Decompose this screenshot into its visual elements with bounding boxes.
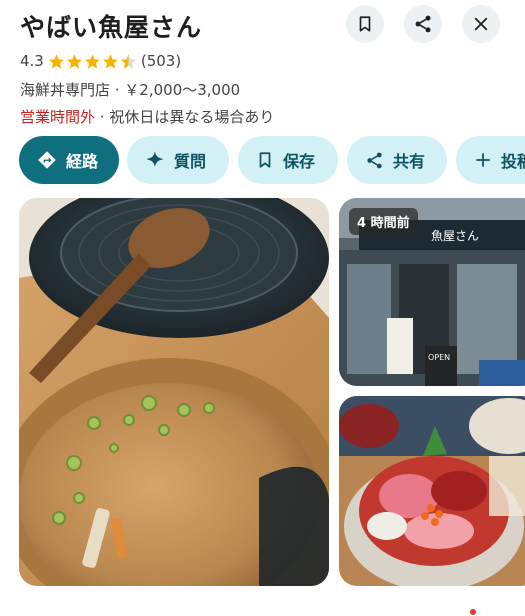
place-title: やばい魚屋さん <box>20 13 203 42</box>
directions-button[interactable]: 経路 <box>19 136 119 184</box>
half-star-icon <box>120 53 136 69</box>
star-icon <box>102 53 118 69</box>
hours-note: · 祝休日は異なる場合あり <box>95 108 275 126</box>
rating-row[interactable]: 4.3 (503) <box>20 52 181 70</box>
close-icon <box>474 17 488 31</box>
bookmark-icon <box>359 16 371 32</box>
rating-value: 4.3 <box>20 52 44 70</box>
post-label: 投稿 <box>501 152 525 171</box>
directions-icon <box>38 151 56 169</box>
share-icon <box>367 152 382 168</box>
sign-text: 魚屋さん <box>431 229 479 243</box>
star-icon <box>66 53 82 69</box>
review-count[interactable]: (503) <box>141 52 181 70</box>
hours-status: 営業時間外 <box>20 108 96 126</box>
action-chips: 経路 質問 保存 共有 投稿 <box>19 136 525 184</box>
photo-seafood-bowl[interactable] <box>339 396 525 586</box>
board-text: OPEN <box>428 353 450 362</box>
notification-dot <box>470 609 476 615</box>
save-header-button[interactable] <box>346 5 384 43</box>
photo-miso-soup[interactable] <box>19 198 329 586</box>
post-button[interactable]: 投稿 <box>456 136 525 184</box>
save-label: 保存 <box>283 152 316 171</box>
share-button[interactable]: 共有 <box>347 136 447 184</box>
photo-storefront[interactable]: 魚屋さん OPEN 4 時間前 <box>339 198 525 386</box>
category-price: 海鮮丼専門店 · ￥2,000〜3,000 <box>20 81 241 99</box>
save-button[interactable]: 保存 <box>238 136 338 184</box>
bookmark-icon <box>259 152 271 168</box>
sparkle-icon <box>147 151 163 167</box>
ask-label: 質問 <box>174 152 207 171</box>
ask-button[interactable]: 質問 <box>127 136 229 184</box>
rating-stars <box>48 53 137 70</box>
close-button[interactable] <box>462 5 500 43</box>
share-icon <box>415 15 431 33</box>
miso-soup-image <box>19 198 329 586</box>
plus-icon <box>476 153 490 167</box>
seafood-bowl-image <box>339 396 525 586</box>
share-header-button[interactable] <box>404 5 442 43</box>
star-icon <box>84 53 100 69</box>
hours-row[interactable]: 営業時間外 · 祝休日は異なる場合あり <box>20 106 274 127</box>
share-label: 共有 <box>393 152 426 171</box>
photo-time-badge: 4 時間前 <box>349 208 418 235</box>
star-icon <box>48 53 64 69</box>
directions-label: 経路 <box>66 152 99 171</box>
